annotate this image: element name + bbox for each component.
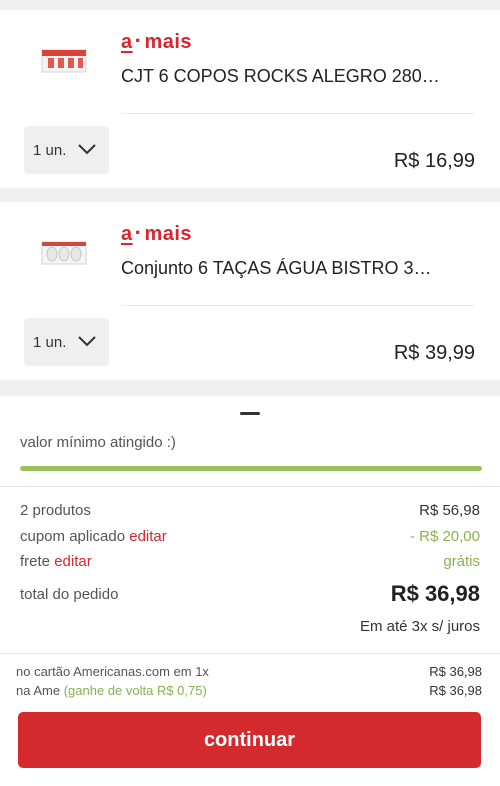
product-price: R$ 39,99: [393, 342, 475, 364]
quantity-value: 1 un.: [33, 333, 67, 351]
product-image[interactable]: [36, 40, 96, 80]
products-count-label: 2 produtos: [20, 502, 91, 519]
quantity-value: 1 un.: [33, 141, 67, 159]
shipping-row: frete editar: [20, 553, 92, 570]
product-price: R$ 16,99: [393, 150, 475, 172]
divider: [0, 486, 500, 487]
product-title[interactable]: Conjunto 6 TAÇAS ÁGUA BISTRO 3…: [121, 258, 451, 279]
continue-button[interactable]: continuar: [18, 712, 481, 768]
min-value-progress: [20, 466, 482, 471]
divider: [121, 305, 474, 306]
shipping-edit-link[interactable]: editar: [54, 553, 92, 570]
ame-payment-label: na Ame: [16, 683, 61, 698]
quantity-select[interactable]: 1 un.: [24, 318, 109, 366]
product-image[interactable]: [36, 232, 96, 272]
installments-text: Em até 3x s/ juros: [359, 618, 480, 635]
divider: [0, 653, 500, 654]
sheet-handle[interactable]: [240, 412, 260, 415]
brand-logo: a· mais: [121, 220, 193, 245]
divider: [121, 113, 474, 114]
shipping-label: frete: [20, 553, 51, 570]
total-value: R$ 36,98: [390, 581, 480, 606]
coupon-row: cupom aplicado editar: [20, 528, 167, 545]
coupon-label: cupom aplicado: [20, 528, 126, 545]
card-payment-value: R$ 36,98: [429, 664, 482, 679]
card-payment-label: no cartão Americanas.com em 1x: [16, 664, 209, 679]
coupon-edit-link[interactable]: editar: [129, 528, 167, 545]
ame-payment-row: na Ame (ganhe de volta R$ 0,75): [16, 683, 207, 698]
chevron-down-icon: [78, 144, 96, 155]
shipping-value: grátis: [443, 553, 480, 570]
cart-item: a· mais CJT 6 COPOS ROCKS ALEGRO 280… 1 u…: [0, 10, 500, 188]
cart-item: a· mais Conjunto 6 TAÇAS ÁGUA BISTRO 3… 1…: [0, 202, 500, 380]
chevron-down-icon: [78, 336, 96, 347]
total-label: total do pedido: [20, 586, 119, 603]
min-value-label: valor mínimo atingido :): [20, 434, 176, 451]
ame-cashback: (ganhe de volta R$ 0,75): [63, 683, 207, 698]
quantity-select[interactable]: 1 un.: [24, 126, 109, 174]
progress-fill: [20, 466, 482, 471]
coupon-discount: - R$ 20,00: [409, 528, 480, 545]
ame-payment-value: R$ 36,98: [429, 683, 482, 698]
order-summary-sheet: valor mínimo atingido :) 2 produtos R$ 5…: [0, 396, 500, 786]
product-title[interactable]: CJT 6 COPOS ROCKS ALEGRO 280…: [121, 66, 451, 87]
products-subtotal: R$ 56,98: [419, 502, 480, 519]
brand-logo: a· mais: [121, 28, 193, 53]
